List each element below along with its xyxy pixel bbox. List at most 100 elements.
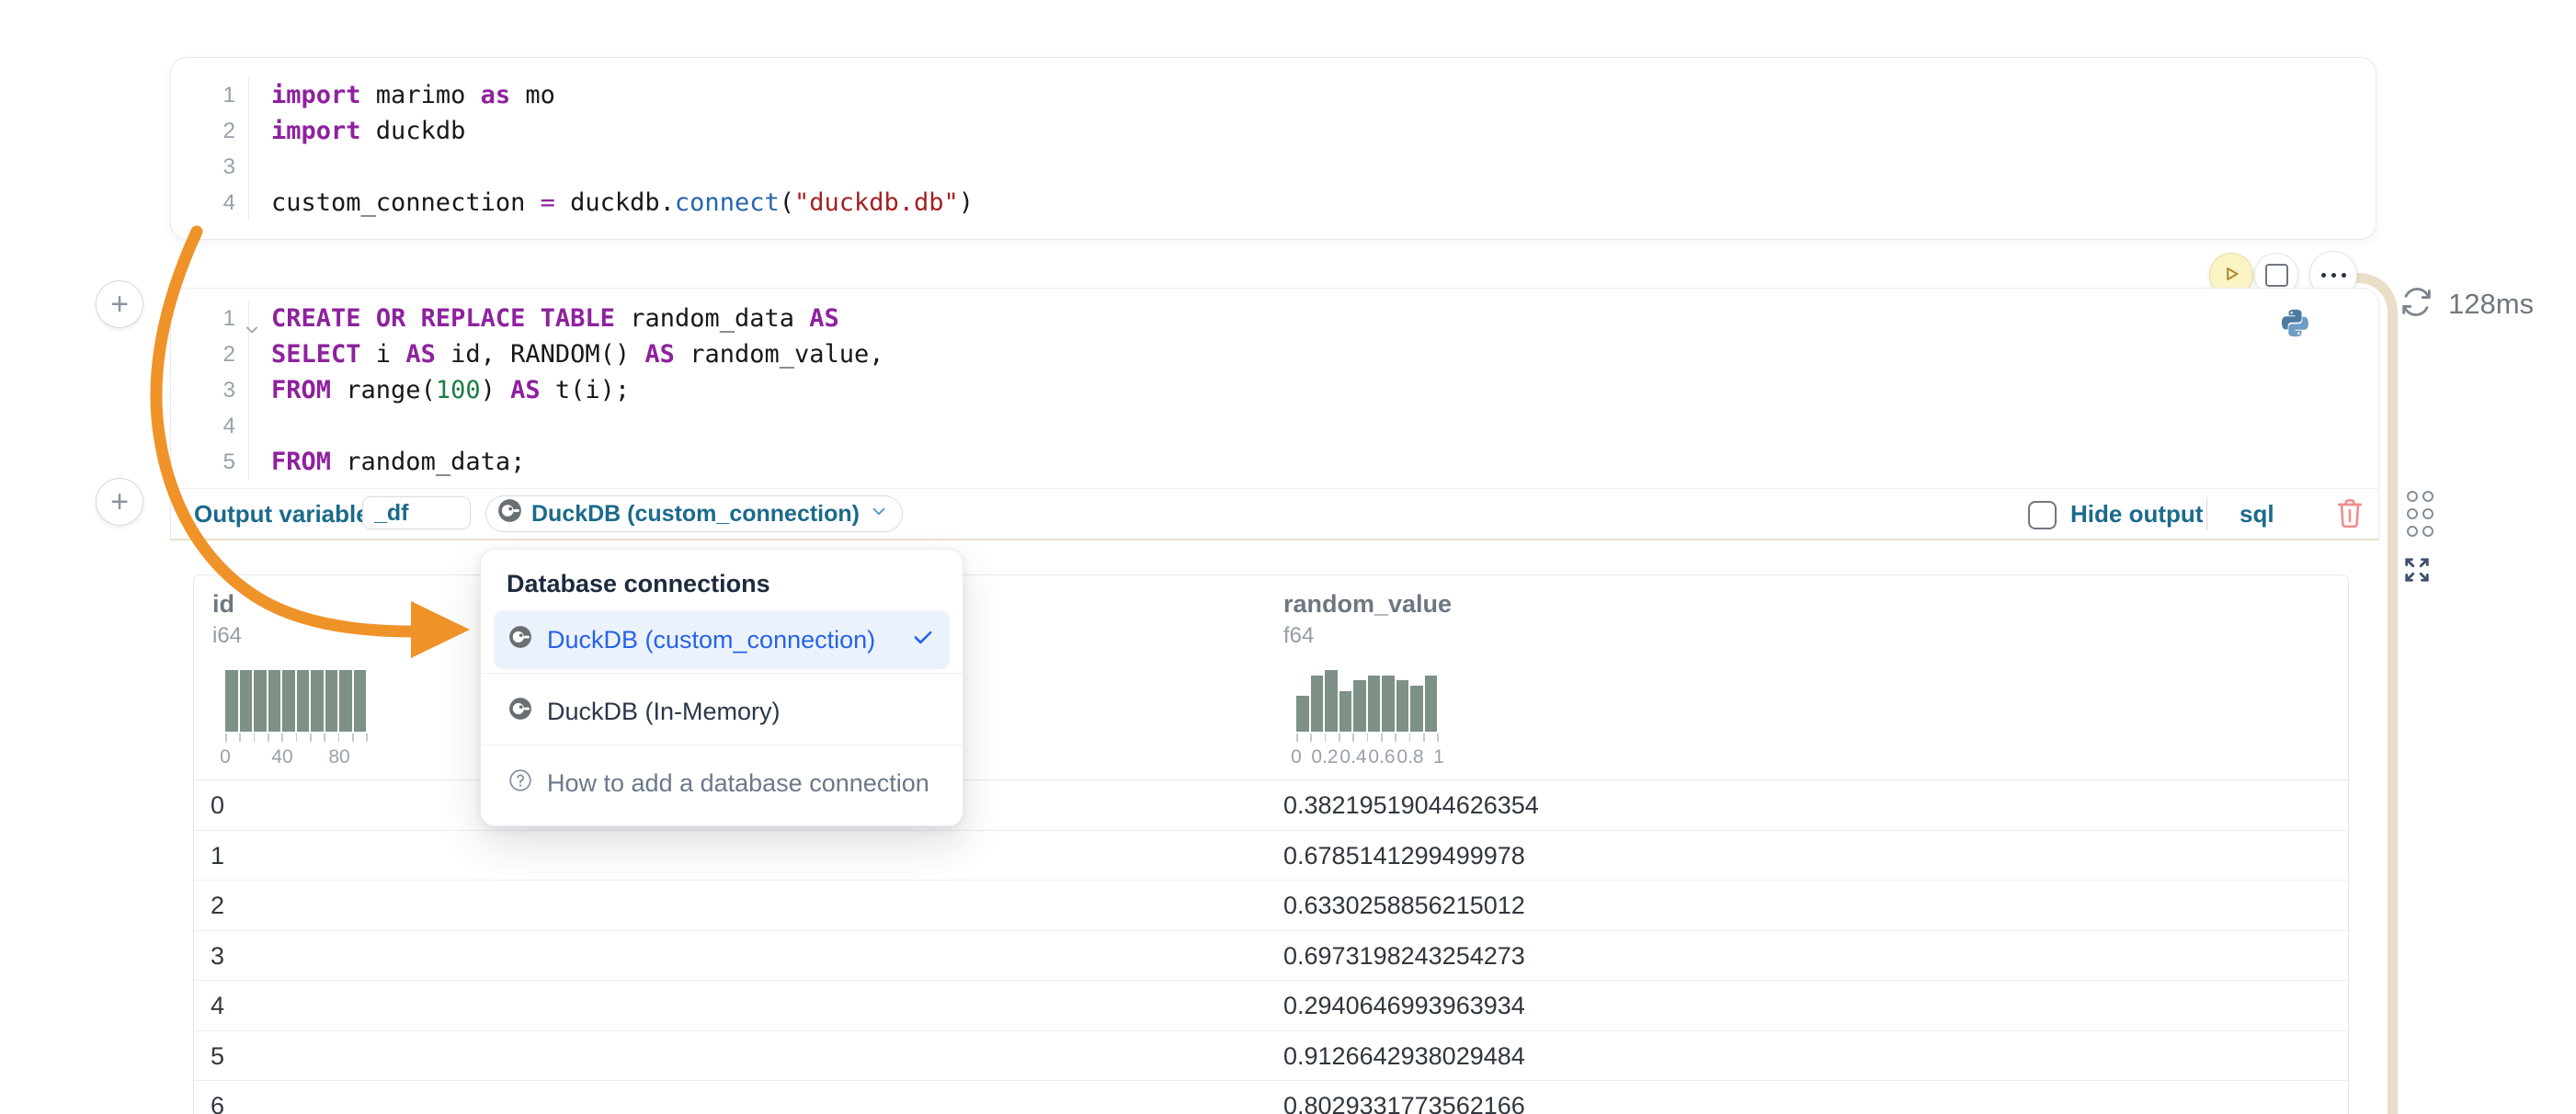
histogram-bar xyxy=(268,670,281,732)
histogram-bar xyxy=(240,670,253,732)
histogram-bar xyxy=(1325,670,1338,732)
cell-random-value: 0.6785141299499978 xyxy=(1283,842,1525,870)
divider xyxy=(2206,497,2207,530)
sql-code[interactable]: CREATE OR REPLACE TABLE random_data ASSE… xyxy=(249,301,2378,480)
table-body: 0 0.38219519044626354 1 0.6785141299499978 2… xyxy=(194,780,2348,1114)
check-icon xyxy=(911,625,935,655)
menu-item-duckdb-custom-connection-[interactable]: DuckDB (custom_connection) xyxy=(494,610,950,669)
cell-random-value: 0.6330258856215012 xyxy=(1283,892,1525,920)
column-dtype: f64 xyxy=(1283,623,1314,649)
output-variable-input[interactable] xyxy=(362,496,471,529)
cell-id-value: 5 xyxy=(211,1042,224,1071)
connection-dropdown-button[interactable]: DuckDB (custom_connection) xyxy=(485,495,903,532)
table-row[interactable]: 40.2940646993963934 xyxy=(194,981,2348,1031)
line-number: 4 xyxy=(171,408,248,444)
column-dtype: i64 xyxy=(212,623,242,649)
table-row[interactable]: 6 0.8029331773562166 xyxy=(194,1081,2348,1114)
hide-output-label[interactable]: Hide output xyxy=(2070,500,2203,529)
menu-divider xyxy=(481,673,963,674)
histogram-bar xyxy=(1353,680,1366,732)
cell-random-value: 0.38219519044626354 xyxy=(1283,791,1539,820)
histogram-bars xyxy=(225,670,368,732)
code-line: import duckdb xyxy=(271,113,2376,149)
histogram-bar xyxy=(282,670,295,732)
ellipsis-icon xyxy=(2321,273,2346,278)
histogram-bar xyxy=(1368,676,1381,732)
menu-item-label: How to add a database connection xyxy=(547,769,935,798)
histogram-bar xyxy=(1311,676,1324,732)
trash-icon xyxy=(2334,496,2365,529)
histogram-bars xyxy=(1296,670,1439,732)
table-row[interactable]: 5 0.9126642938029484 xyxy=(194,1031,2348,1082)
cell-id-value: 3 xyxy=(211,942,224,971)
histogram-bar xyxy=(1410,686,1423,732)
python-editor[interactable]: 1234 import marimo as moimport duckdb cu… xyxy=(171,58,2376,221)
column-name: id xyxy=(212,590,234,619)
connection-dropdown-label: DuckDB (custom_connection) xyxy=(531,501,860,528)
line-number: 3 xyxy=(171,149,248,185)
column-name: random_value xyxy=(1283,590,1452,619)
cell-language-badge[interactable]: sql xyxy=(2240,500,2274,529)
add-cell-button-above[interactable]: + xyxy=(96,280,143,328)
histogram-bar xyxy=(1296,696,1309,732)
duckdb-icon xyxy=(497,498,522,529)
cell-random-value: 0.8029331773562166 xyxy=(1283,1092,1525,1114)
cell-id-value: 4 xyxy=(211,992,224,1020)
histogram-bar xyxy=(1382,676,1395,732)
table-row[interactable]: 1 0.6785141299499978 xyxy=(194,831,2348,881)
cell-random-value: 0.6973198243254273 xyxy=(1283,942,1525,971)
maximize-icon xyxy=(2400,553,2434,586)
histogram-bar xyxy=(1339,691,1352,732)
histogram-bar xyxy=(297,670,310,732)
code-line: CREATE OR REPLACE TABLE random_data AS xyxy=(271,301,2378,336)
line-number: 1 xyxy=(171,77,248,113)
cell-id-value: 1 xyxy=(211,842,224,870)
line-number: 4 xyxy=(171,185,248,221)
histogram-bar xyxy=(354,670,367,732)
cell-id-value: 0 xyxy=(211,791,224,820)
histogram-bar xyxy=(311,670,324,732)
python-code[interactable]: import marimo as moimport duckdb custom_… xyxy=(249,77,2376,221)
output-variable-label: Output variable: xyxy=(194,500,377,529)
code-line: SELECT i AS id, RANDOM() AS random_value… xyxy=(271,336,2378,372)
menu-item-label: DuckDB (custom_connection) xyxy=(547,626,896,654)
table-row[interactable]: 3 0.6973198243254273 xyxy=(194,931,2348,982)
notebook-page: 1234 import marimo as moimport duckdb cu… xyxy=(0,0,2576,1114)
sql-line-numbers: 12345 xyxy=(171,301,249,480)
output-variable-bar: Output variable: DuckDB (custom_connecti… xyxy=(171,488,2378,539)
cell-random-value: 0.9126642938029484 xyxy=(1283,1042,1525,1071)
line-number: 2 xyxy=(171,336,248,372)
histogram-bar xyxy=(254,670,267,732)
histogram-bar xyxy=(325,670,338,732)
cell-runtime: 128ms xyxy=(2399,285,2534,324)
delete-cell-button[interactable] xyxy=(2333,496,2366,531)
table-row[interactable]: 20.6330258856215012 xyxy=(194,881,2348,931)
duckdb-icon xyxy=(508,697,532,727)
runtime-text: 128ms xyxy=(2448,288,2534,321)
python-logo-icon[interactable] xyxy=(2280,307,2310,344)
histogram-bar xyxy=(225,670,238,732)
database-connections-menu: Database connections DuckDB (custom_conn… xyxy=(480,549,963,826)
rerun-icon[interactable] xyxy=(2399,285,2434,324)
cell-id-value: 6 xyxy=(211,1092,224,1114)
menu-header: Database connections xyxy=(507,570,770,598)
menu-item-label: DuckDB (In-Memory) xyxy=(547,698,935,726)
hide-output-checkbox[interactable] xyxy=(2028,501,2057,529)
histogram-bar xyxy=(1425,676,1438,732)
code-cell-python[interactable]: 1234 import marimo as moimport duckdb cu… xyxy=(170,57,2377,240)
expand-output-button[interactable] xyxy=(2399,553,2434,588)
drag-handle-icon[interactable] xyxy=(2407,491,2430,537)
add-cell-button-below[interactable]: + xyxy=(96,478,143,526)
menu-item-how-to-add-a-database-connection[interactable]: How to add a database connection xyxy=(494,750,950,816)
python-line-numbers: 1234 xyxy=(171,77,249,221)
chevron-down-icon xyxy=(869,501,889,528)
code-line xyxy=(271,149,2376,185)
menu-item-duckdb-in-memory-[interactable]: DuckDB (In-Memory) xyxy=(494,678,950,745)
line-number: 5 xyxy=(171,444,248,480)
play-icon xyxy=(2219,262,2243,289)
code-line: FROM range(100) AS t(i); xyxy=(271,372,2378,408)
sql-editor[interactable]: 12345 CREATE OR REPLACE TABLE random_dat… xyxy=(171,289,2378,480)
duckdb-icon xyxy=(508,625,532,655)
code-cell-sql[interactable]: 12345 CREATE OR REPLACE TABLE random_dat… xyxy=(170,288,2379,540)
histogram-ticks xyxy=(1296,733,1439,742)
